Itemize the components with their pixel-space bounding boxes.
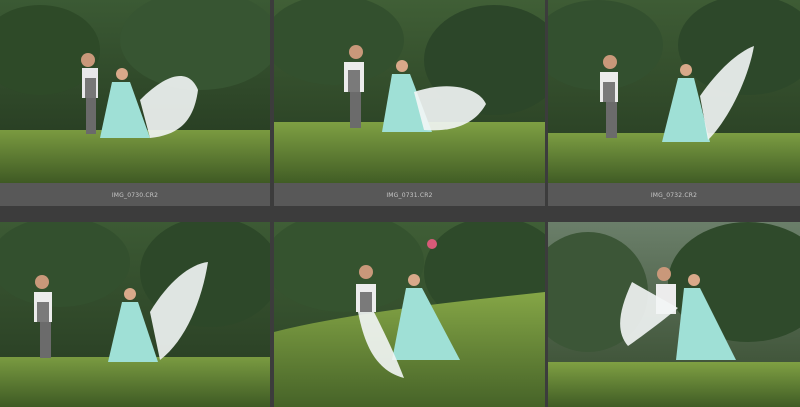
photo-thumbnail[interactable] <box>548 0 800 183</box>
photo-thumbnail[interactable] <box>548 222 800 407</box>
grid-cell-photo-3[interactable]: IMG_0732.CR2 <box>548 0 800 206</box>
photo-thumbnail[interactable] <box>274 0 545 183</box>
grid-cell-photo-6[interactable] <box>548 222 800 407</box>
photo-thumbnail[interactable] <box>0 222 270 407</box>
photo-grid: IMG_0730.CR2 IMG_0731.CR2 IMG_0732.CR2 <box>0 0 800 407</box>
grid-cell-photo-2[interactable]: IMG_0731.CR2 <box>274 0 545 206</box>
filename-label: IMG_0730.CR2 <box>111 191 159 199</box>
grid-cell-photo-5[interactable] <box>274 222 545 407</box>
grid-cell-photo-1[interactable]: IMG_0730.CR2 <box>0 0 270 206</box>
grid-cell-photo-4[interactable] <box>0 222 270 407</box>
photo-thumbnail[interactable] <box>0 0 270 183</box>
caption-bar: IMG_0730.CR2 <box>0 183 270 206</box>
caption-bar: IMG_0731.CR2 <box>274 183 545 206</box>
caption-bar: IMG_0732.CR2 <box>548 183 800 206</box>
photo-thumbnail[interactable] <box>274 222 545 407</box>
filename-label: IMG_0731.CR2 <box>386 191 433 199</box>
filename-label: IMG_0732.CR2 <box>650 191 698 199</box>
